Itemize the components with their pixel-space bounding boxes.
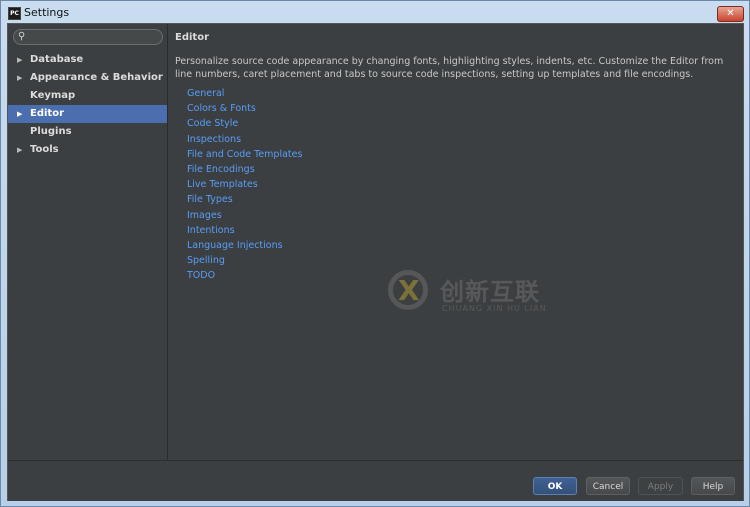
settings-panel: Editor Personalize source code appearanc… [168, 24, 743, 460]
link-spelling[interactable]: Spelling [187, 253, 302, 268]
ok-button[interactable]: OK [533, 477, 577, 495]
app-icon: PC [8, 7, 21, 20]
page-description: Personalize source code appearance by ch… [175, 56, 724, 80]
link-intentions[interactable]: Intentions [187, 223, 302, 238]
dialog-content: ⚲ ▶ Database ▶ Appearance & Behavior Key… [7, 23, 744, 501]
link-file-code-templates[interactable]: File and Code Templates [187, 147, 302, 162]
link-language-injections[interactable]: Language Injections [187, 238, 302, 253]
close-button[interactable]: ✕ [717, 6, 744, 22]
settings-tree: ▶ Database ▶ Appearance & Behavior Keyma… [8, 51, 167, 159]
link-images[interactable]: Images [187, 208, 302, 223]
sidebar-item-label: Database [30, 54, 84, 65]
link-todo[interactable]: TODO [187, 268, 302, 283]
sidebar-item-database[interactable]: ▶ Database [8, 51, 167, 69]
sidebar-item-label: Keymap [30, 90, 76, 101]
link-file-encodings[interactable]: File Encodings [187, 162, 302, 177]
expand-arrow-icon[interactable]: ▶ [17, 141, 22, 159]
link-live-templates[interactable]: Live Templates [187, 177, 302, 192]
expand-arrow-icon[interactable]: ▶ [17, 69, 22, 87]
sidebar-item-label: Appearance & Behavior [30, 72, 163, 83]
title-bar[interactable]: PC Settings ✕ [1, 1, 749, 25]
sidebar-item-editor[interactable]: ▶ Editor [8, 105, 167, 123]
sidebar-item-tools[interactable]: ▶ Tools [8, 141, 167, 159]
subpage-links: General Colors & Fonts Code Style Inspec… [187, 86, 302, 283]
dialog-footer: OK Cancel Apply Help [8, 460, 743, 501]
watermark-text-en: CHUANG XIN HU LIAN [442, 304, 547, 313]
apply-button[interactable]: Apply [638, 477, 683, 495]
watermark-x-mark: X [398, 274, 420, 307]
settings-window: PC Settings ✕ ⚲ ▶ Database ▶ Appearance … [0, 0, 750, 507]
watermark-logo: X 创新互联 CHUANG XIN HU LIAN [388, 270, 568, 320]
sidebar-item-keymap[interactable]: Keymap [8, 87, 167, 105]
expand-arrow-icon[interactable]: ▶ [17, 51, 22, 69]
cancel-button[interactable]: Cancel [586, 477, 630, 495]
sidebar-item-appearance-behavior[interactable]: ▶ Appearance & Behavior [8, 69, 167, 87]
page-title: Editor [175, 32, 209, 43]
search-icon: ⚲ [18, 31, 26, 42]
sidebar-item-label: Editor [30, 108, 64, 119]
watermark-text-cn: 创新互联 [440, 278, 540, 306]
help-button[interactable]: Help [691, 477, 735, 495]
link-inspections[interactable]: Inspections [187, 132, 302, 147]
settings-sidebar: ⚲ ▶ Database ▶ Appearance & Behavior Key… [8, 24, 168, 460]
expand-arrow-icon[interactable]: ▶ [17, 105, 22, 123]
link-general[interactable]: General [187, 86, 302, 101]
sidebar-item-label: Plugins [30, 126, 72, 137]
window-title: Settings [24, 6, 70, 19]
sidebar-item-label: Tools [30, 144, 59, 155]
sidebar-item-plugins[interactable]: Plugins [8, 123, 167, 141]
link-code-style[interactable]: Code Style [187, 116, 302, 131]
search-input[interactable]: ⚲ [13, 29, 163, 45]
link-colors-fonts[interactable]: Colors & Fonts [187, 101, 302, 116]
link-file-types[interactable]: File Types [187, 192, 302, 207]
